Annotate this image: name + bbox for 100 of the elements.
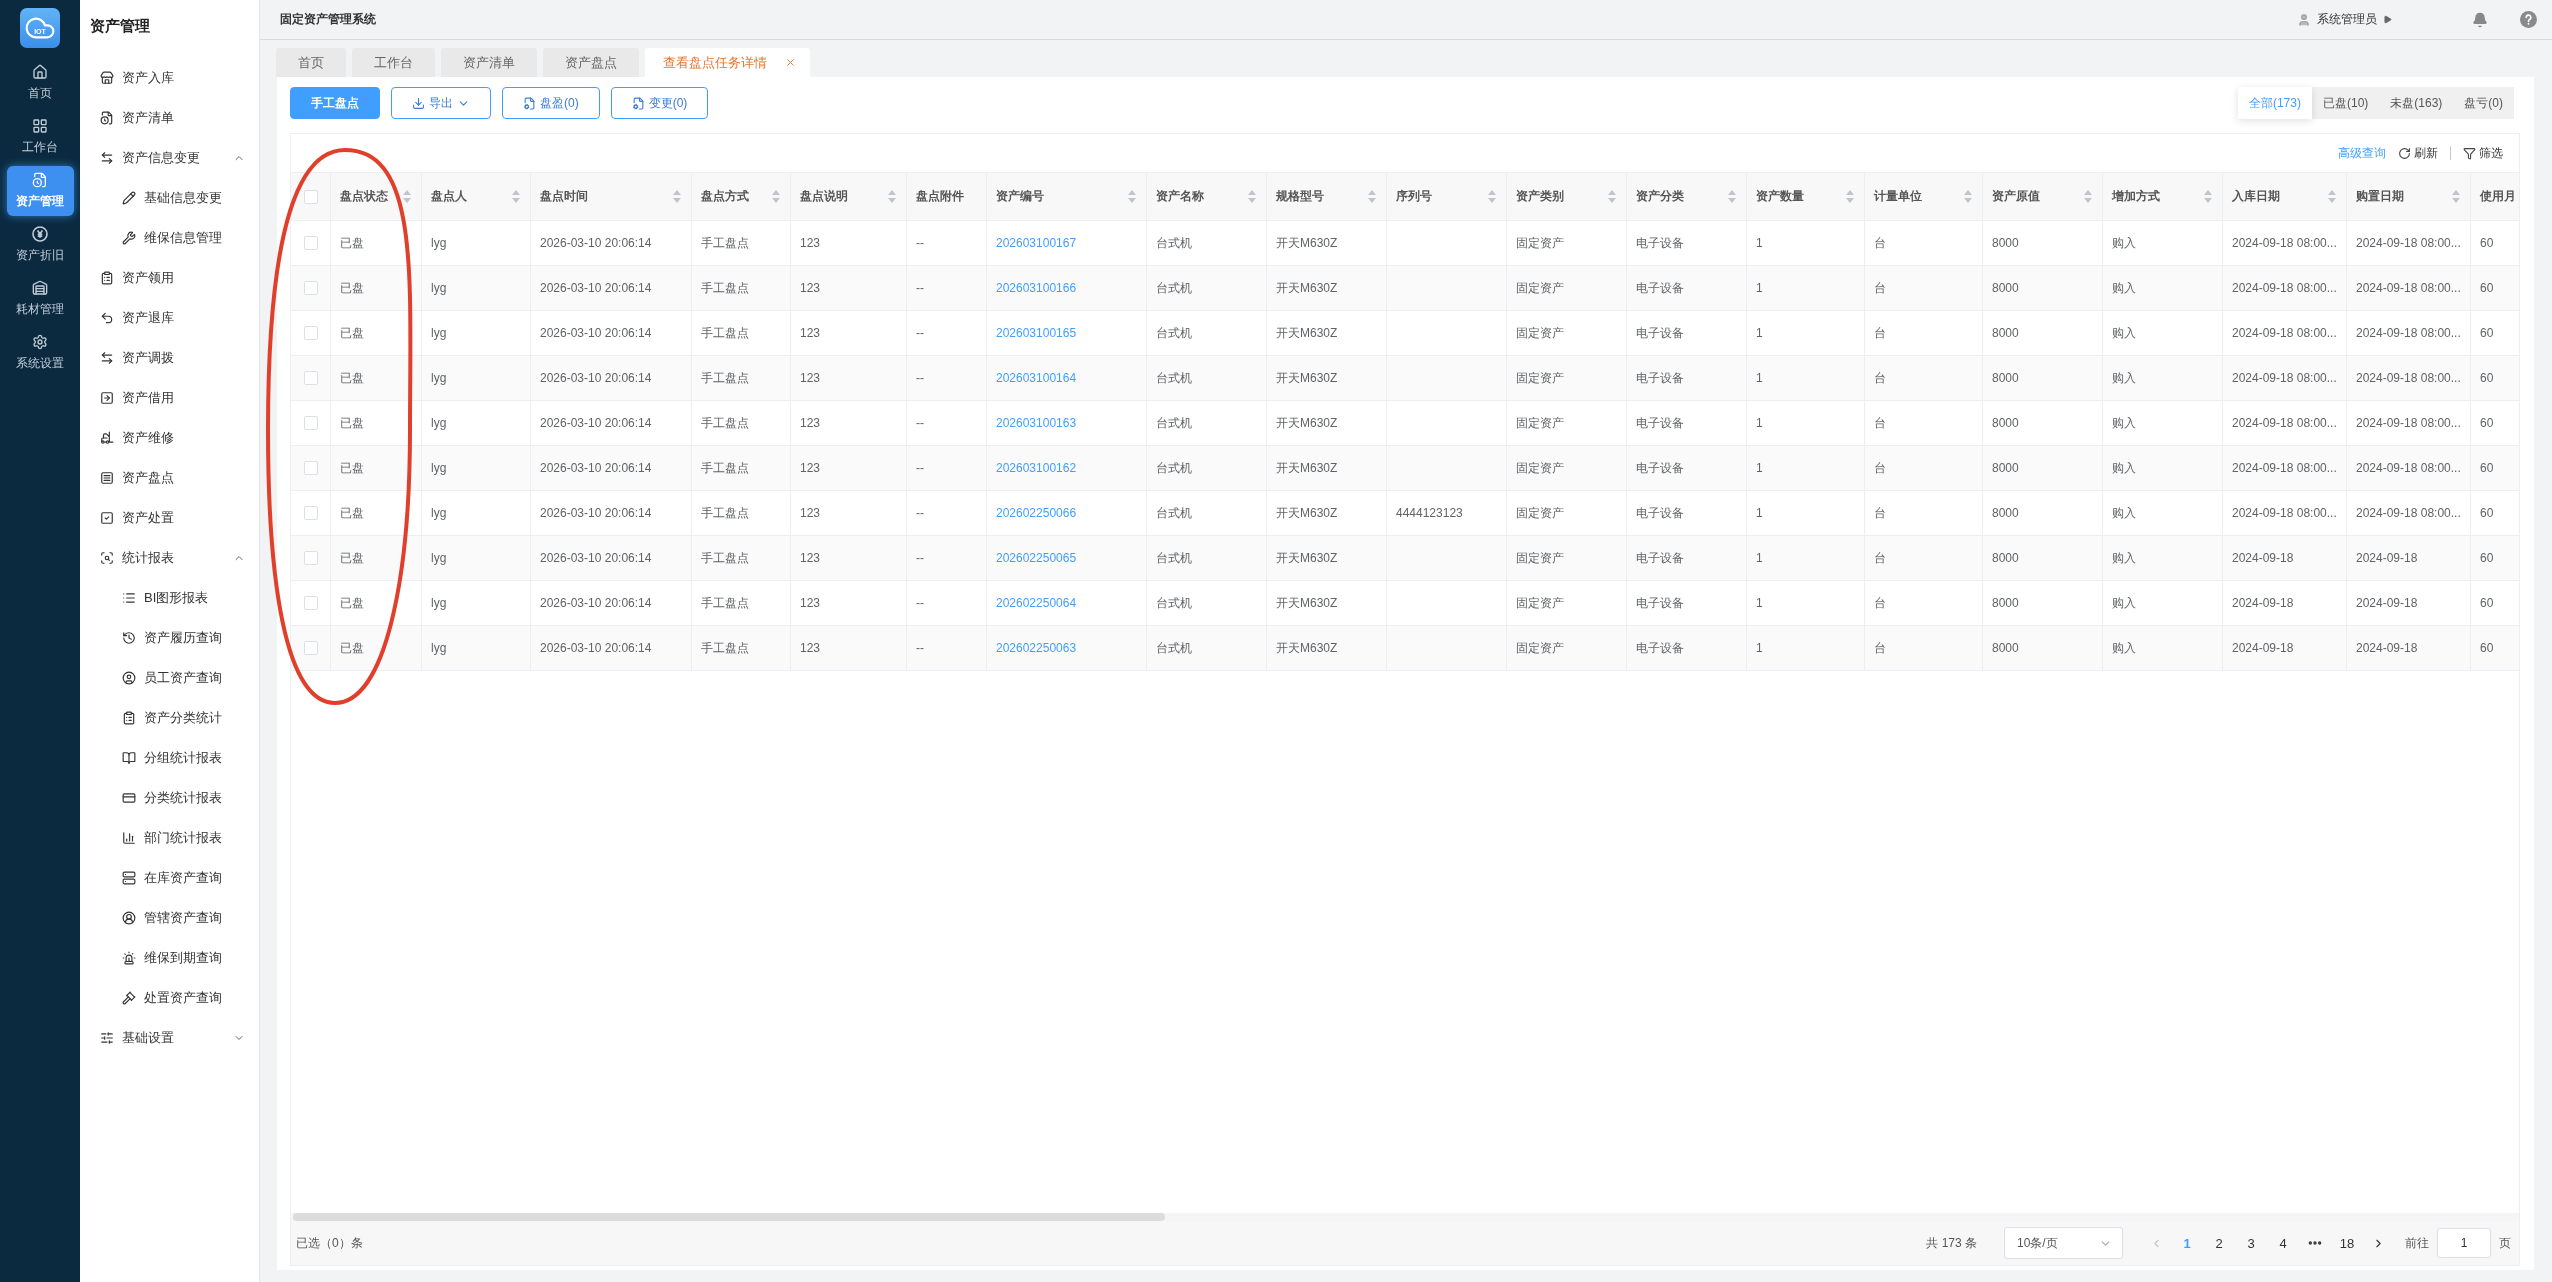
row-checkbox[interactable] bbox=[303, 551, 318, 565]
column-header[interactable]: 使用月 bbox=[2480, 188, 2516, 205]
close-icon[interactable] bbox=[785, 57, 796, 68]
menu-item[interactable]: 分组统计报表 bbox=[80, 738, 259, 778]
column-header[interactable]: 盘点状态 bbox=[340, 188, 388, 205]
page-button[interactable]: 18 bbox=[2331, 1229, 2363, 1257]
row-checkbox[interactable] bbox=[303, 416, 318, 430]
sort-icon[interactable] bbox=[673, 190, 681, 203]
column-header[interactable]: 盘点人 bbox=[431, 188, 467, 205]
toolbar-button[interactable]: 变更(0) bbox=[610, 87, 709, 119]
sort-icon[interactable] bbox=[1128, 190, 1136, 203]
menu-item[interactable]: 维保到期查询 bbox=[80, 938, 259, 978]
row-checkbox[interactable] bbox=[303, 371, 318, 385]
sort-icon[interactable] bbox=[772, 190, 780, 203]
user-menu[interactable]: 系统管理员 bbox=[2297, 11, 2392, 28]
menu-item[interactable]: 资产盘点 bbox=[80, 458, 259, 498]
menu-item[interactable]: 资产入库 bbox=[80, 58, 259, 98]
column-header[interactable]: 序列号 bbox=[1396, 188, 1432, 205]
row-checkbox[interactable] bbox=[303, 461, 318, 475]
nav-item[interactable]: 系统设置 bbox=[6, 328, 74, 378]
sort-icon[interactable] bbox=[2328, 190, 2336, 203]
column-header[interactable]: 盘点方式 bbox=[701, 188, 749, 205]
menu-item[interactable]: 部门统计报表 bbox=[80, 818, 259, 858]
help-icon[interactable] bbox=[2520, 11, 2537, 28]
sort-icon[interactable] bbox=[403, 190, 411, 203]
row-checkbox[interactable] bbox=[303, 506, 318, 520]
row-checkbox[interactable] bbox=[303, 281, 318, 295]
bell-icon[interactable] bbox=[2472, 11, 2488, 28]
nav-item[interactable]: 耗材管理 bbox=[6, 274, 74, 324]
page-tab[interactable]: 资产盘点 bbox=[543, 48, 639, 77]
menu-item[interactable]: 基础信息变更 bbox=[80, 178, 259, 218]
page-button[interactable]: 4 bbox=[2267, 1229, 2299, 1257]
column-header[interactable]: 资产名称 bbox=[1156, 188, 1204, 205]
menu-item[interactable]: BI图形报表 bbox=[80, 578, 259, 618]
status-tab[interactable]: 已盘(10) bbox=[2311, 87, 2380, 119]
menu-item[interactable]: 资产领用 bbox=[80, 258, 259, 298]
column-header[interactable]: 入库日期 bbox=[2232, 188, 2280, 205]
sort-icon[interactable] bbox=[512, 190, 520, 203]
menu-group[interactable]: 资产信息变更 bbox=[80, 138, 259, 178]
nav-item[interactable]: 工作台 bbox=[6, 112, 74, 162]
sort-icon[interactable] bbox=[1964, 190, 1972, 203]
menu-item[interactable]: 在库资产查询 bbox=[80, 858, 259, 898]
menu-item[interactable]: 员工资产查询 bbox=[80, 658, 259, 698]
toolbar-button[interactable]: 盘盈(0) bbox=[502, 87, 600, 119]
menu-item[interactable]: 资产维修 bbox=[80, 418, 259, 458]
column-header[interactable]: 资产分类 bbox=[1636, 188, 1684, 205]
column-header[interactable]: 增加方式 bbox=[2112, 188, 2160, 205]
sort-icon[interactable] bbox=[2204, 190, 2212, 203]
column-header[interactable]: 盘点时间 bbox=[540, 188, 588, 205]
sort-icon[interactable] bbox=[1728, 190, 1736, 203]
sort-icon[interactable] bbox=[1248, 190, 1256, 203]
nav-item[interactable]: 资产折旧 bbox=[6, 220, 74, 270]
row-checkbox[interactable] bbox=[303, 596, 318, 610]
sort-icon[interactable] bbox=[1368, 190, 1376, 203]
sort-icon[interactable] bbox=[2452, 190, 2460, 203]
row-checkbox[interactable] bbox=[303, 326, 318, 340]
column-header[interactable]: 计量单位 bbox=[1874, 188, 1922, 205]
menu-item[interactable]: 资产履历查询 bbox=[80, 618, 259, 658]
menu-item[interactable]: 资产处置 bbox=[80, 498, 259, 538]
page-jump-input[interactable]: 1 bbox=[2437, 1228, 2491, 1258]
sort-icon[interactable] bbox=[888, 190, 896, 203]
page-size-select[interactable]: 10条/页 bbox=[2004, 1227, 2123, 1259]
horizontal-scrollbar[interactable] bbox=[291, 1213, 2519, 1221]
menu-item[interactable]: 资产清单 bbox=[80, 98, 259, 138]
select-all-checkbox[interactable] bbox=[303, 189, 318, 204]
menu-item[interactable]: 分类统计报表 bbox=[80, 778, 259, 818]
page-tab[interactable]: 资产清单 bbox=[441, 48, 537, 77]
status-tab[interactable]: 未盘(163) bbox=[2379, 87, 2454, 119]
column-header[interactable]: 购置日期 bbox=[2356, 188, 2404, 205]
column-header[interactable]: 资产数量 bbox=[1756, 188, 1804, 205]
page-button[interactable]: 3 bbox=[2235, 1229, 2267, 1257]
menu-item[interactable]: 资产借用 bbox=[80, 378, 259, 418]
row-checkbox[interactable] bbox=[303, 236, 318, 250]
toolbar-button[interactable]: 导出 bbox=[391, 87, 491, 119]
page-tab[interactable]: 工作台 bbox=[352, 48, 435, 77]
menu-item[interactable]: 管辖资产查询 bbox=[80, 898, 259, 938]
column-header[interactable]: 盘点说明 bbox=[800, 188, 848, 205]
sort-icon[interactable] bbox=[2084, 190, 2092, 203]
filter-button[interactable]: 筛选 bbox=[2463, 144, 2503, 162]
menu-item[interactable]: 资产分类统计 bbox=[80, 698, 259, 738]
column-header[interactable]: 盘点附件 bbox=[916, 188, 964, 205]
menu-group[interactable]: 统计报表 bbox=[80, 538, 259, 578]
sort-icon[interactable] bbox=[1846, 190, 1854, 203]
refresh-button[interactable]: 刷新 bbox=[2398, 144, 2438, 162]
column-header[interactable]: 资产类别 bbox=[1516, 188, 1564, 205]
nav-item[interactable]: 首页 bbox=[6, 58, 74, 108]
column-header[interactable]: 资产原值 bbox=[1992, 188, 2040, 205]
page-button[interactable]: 2 bbox=[2203, 1229, 2235, 1257]
sort-icon[interactable] bbox=[1488, 190, 1496, 203]
menu-item[interactable]: 维保信息管理 bbox=[80, 218, 259, 258]
menu-group[interactable]: 基础设置 bbox=[80, 1018, 259, 1058]
menu-item[interactable]: 处置资产查询 bbox=[80, 978, 259, 1018]
row-checkbox[interactable] bbox=[303, 641, 318, 655]
column-header[interactable]: 规格型号 bbox=[1276, 188, 1324, 205]
page-tab[interactable]: 首页 bbox=[276, 48, 346, 77]
menu-item[interactable]: 资产调拨 bbox=[80, 338, 259, 378]
status-tab[interactable]: 盘亏(0) bbox=[2453, 87, 2514, 119]
sort-icon[interactable] bbox=[1608, 190, 1616, 203]
menu-item[interactable]: 资产退库 bbox=[80, 298, 259, 338]
column-header[interactable]: 资产编号 bbox=[996, 188, 1044, 205]
